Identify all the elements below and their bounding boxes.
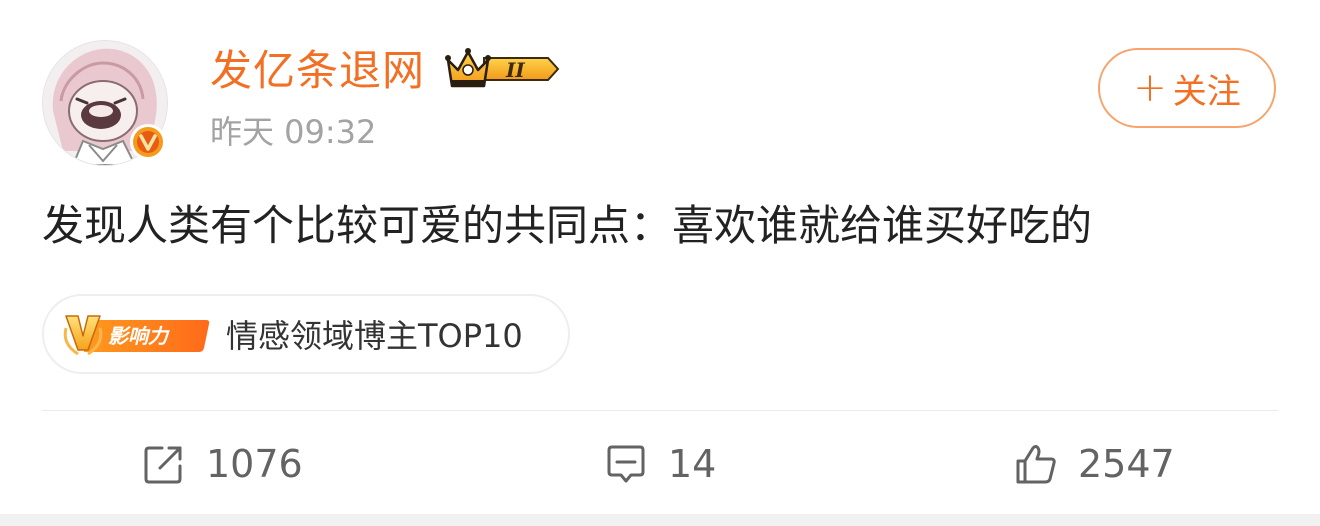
post-time: 昨天 09:32	[210, 113, 377, 151]
crown-level-ii-badge-icon[interactable]: II	[444, 46, 562, 92]
thumbs-up-icon	[1016, 445, 1056, 484]
repost-icon	[144, 446, 182, 484]
username[interactable]: 发亿条退网	[210, 44, 425, 98]
comment-icon	[607, 445, 645, 483]
post-text: 发现人类有个比较可爱的共同点：喜欢谁就给谁买好吃的	[42, 201, 1093, 250]
follow-button-label: 关注	[1172, 71, 1241, 112]
plus-icon: +	[1133, 65, 1167, 111]
bottom-separator	[0, 514, 1320, 526]
divider	[42, 410, 1278, 411]
v-influence-badge-icon: 影响力	[63, 315, 210, 356]
repost-button[interactable]: 1076	[142, 438, 303, 490]
influence-tag[interactable]: 影响力 情感领域博主TOP10	[42, 294, 570, 374]
like-button[interactable]: 2547	[1014, 438, 1175, 490]
influence-tag-text: 情感领域博主TOP10	[226, 317, 523, 355]
verified-v-badge-icon	[130, 124, 166, 160]
svg-text:影响力: 影响力	[108, 324, 170, 348]
weibo-post-card: 发亿条退网 II 昨天 09:32 + 关注 发现人类有个比较可爱的共同点：喜欢…	[0, 0, 1320, 526]
comment-count: 14	[668, 442, 717, 486]
svg-text:II: II	[505, 58, 525, 82]
follow-button[interactable]: + 关注	[1098, 48, 1276, 128]
like-count: 2547	[1078, 442, 1175, 486]
comment-button[interactable]: 14	[604, 438, 716, 490]
repost-count: 1076	[206, 442, 303, 486]
